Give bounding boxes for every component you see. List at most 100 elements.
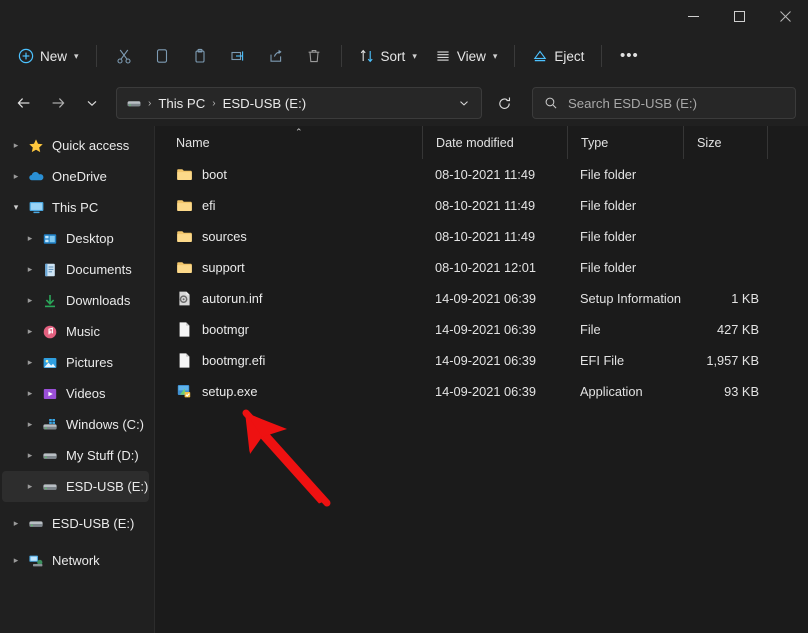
file-date-cell: 08-10-2021 12:01 <box>422 260 567 275</box>
table-row[interactable]: efi 08-10-2021 11:49 File folder <box>159 190 804 221</box>
column-header-size[interactable]: Size <box>683 126 767 159</box>
file-list-pane: Name ⌃ Date modified Type Size <box>155 126 808 633</box>
sidebar-item-label: Music <box>66 324 100 339</box>
chevron-right-icon[interactable]: ▸ <box>20 388 40 399</box>
sidebar-item-my-stuff-d[interactable]: ▸ My Stuff (D:) <box>2 440 149 471</box>
view-button[interactable]: View ▾ <box>427 40 506 72</box>
file-name-label: sources <box>202 229 247 244</box>
sidebar-item-documents[interactable]: ▸ Documents <box>2 254 149 285</box>
breadcrumb-item-esd-usb[interactable]: ESD-USB (E:) <box>218 93 312 114</box>
file-rows: boot 08-10-2021 11:49 File folder efi 08… <box>155 159 808 633</box>
breadcrumb-item-this-pc[interactable]: This PC <box>153 93 210 114</box>
share-button[interactable] <box>258 40 294 72</box>
sidebar-item-esd-usb-e-child[interactable]: ▸ ESD-USB (E:) <box>2 471 149 502</box>
column-headers: Name ⌃ Date modified Type Size <box>155 126 808 159</box>
chevron-right-icon[interactable]: ▸ <box>20 357 40 368</box>
application-icon <box>176 383 193 400</box>
recent-locations-button[interactable] <box>76 87 108 119</box>
table-row[interactable]: autorun.inf 14-09-2021 06:39 Setup Infor… <box>159 283 804 314</box>
sidebar-item-videos[interactable]: ▸ Videos <box>2 378 149 409</box>
sidebar-item-label: Desktop <box>66 231 114 246</box>
file-name-cell: support <box>159 259 422 276</box>
cut-button[interactable] <box>106 40 142 72</box>
search-input[interactable]: Search ESD-USB (E:) <box>568 96 697 111</box>
folder-icon <box>176 197 193 214</box>
sidebar-item-onedrive[interactable]: ▸ OneDrive <box>2 161 149 192</box>
chevron-down-icon: ▾ <box>412 51 417 62</box>
sidebar-item-pictures[interactable]: ▸ Pictures <box>2 347 149 378</box>
back-button[interactable] <box>8 87 40 119</box>
file-name-label: autorun.inf <box>202 291 262 306</box>
table-row[interactable]: setup.exe 14-09-2021 06:39 Application 9… <box>159 376 804 407</box>
search-box[interactable]: Search ESD-USB (E:) <box>532 87 796 119</box>
generic-file-icon <box>176 352 193 369</box>
chevron-down-icon[interactable]: ▾ <box>6 202 26 213</box>
chevron-right-icon[interactable]: ▸ <box>6 140 26 151</box>
sidebar-item-network[interactable]: ▸ Network <box>2 545 149 576</box>
maximize-button[interactable] <box>716 0 762 32</box>
forward-button[interactable] <box>42 87 74 119</box>
chevron-right-icon[interactable]: ▸ <box>6 171 26 182</box>
delete-button[interactable] <box>296 40 332 72</box>
file-name-cell: boot <box>159 166 422 183</box>
sort-ascending-icon: ⌃ <box>295 127 303 138</box>
address-dropdown-button[interactable] <box>451 90 477 116</box>
table-row[interactable]: bootmgr 14-09-2021 06:39 File 427 KB <box>159 314 804 345</box>
sidebar-item-quick-access[interactable]: ▸ Quick access <box>2 130 149 161</box>
sidebar-item-this-pc[interactable]: ▾ This PC <box>2 192 149 223</box>
table-row[interactable]: boot 08-10-2021 11:49 File folder <box>159 159 804 190</box>
sidebar-item-label: ESD-USB (E:) <box>52 516 134 531</box>
sidebar-item-downloads[interactable]: ▸ Downloads <box>2 285 149 316</box>
sidebar-item-label: This PC <box>52 200 98 215</box>
view-icon <box>435 48 451 64</box>
table-row[interactable]: bootmgr.efi 14-09-2021 06:39 EFI File 1,… <box>159 345 804 376</box>
chevron-right-icon[interactable]: ▸ <box>20 481 40 492</box>
minimize-button[interactable] <box>670 0 716 32</box>
eject-button[interactable]: Eject <box>524 40 592 72</box>
folder-icon <box>176 166 193 183</box>
sidebar-item-label: OneDrive <box>52 169 107 184</box>
table-row[interactable]: support 08-10-2021 12:01 File folder <box>159 252 804 283</box>
paste-button[interactable] <box>182 40 218 72</box>
new-button[interactable]: New ▾ <box>10 40 87 72</box>
sort-button[interactable]: Sort ▾ <box>351 40 425 72</box>
network-icon <box>26 553 46 569</box>
copy-button[interactable] <box>144 40 180 72</box>
breadcrumb-bar[interactable]: › This PC › ESD-USB (E:) <box>116 87 482 119</box>
file-type-cell: Application <box>567 384 683 399</box>
sidebar-item-desktop[interactable]: ▸ Desktop <box>2 223 149 254</box>
close-button[interactable] <box>762 0 808 32</box>
toolbar-divider-2 <box>341 45 342 67</box>
file-size-cell: 1,957 KB <box>683 353 767 368</box>
file-name-cell: sources <box>159 228 422 245</box>
file-name-label: efi <box>202 198 216 213</box>
documents-icon <box>40 262 60 278</box>
chevron-right-icon[interactable]: ▸ <box>20 450 40 461</box>
share-icon <box>268 48 284 64</box>
sidebar-item-esd-usb-e-root[interactable]: ▸ ESD-USB (E:) <box>2 508 149 539</box>
chevron-right-icon[interactable]: ▸ <box>6 555 26 566</box>
rename-button[interactable] <box>220 40 256 72</box>
rename-icon <box>230 48 246 64</box>
sidebar-item-music[interactable]: ▸ Music <box>2 316 149 347</box>
column-header-date-modified[interactable]: Date modified <box>422 126 567 159</box>
column-header-label: Date modified <box>436 136 514 150</box>
table-row[interactable]: sources 08-10-2021 11:49 File folder <box>159 221 804 252</box>
see-more-button[interactable]: ••• <box>611 40 647 72</box>
column-header-name[interactable]: Name ⌃ <box>155 126 422 159</box>
drive-icon <box>40 448 60 464</box>
chevron-right-icon[interactable]: ▸ <box>20 233 40 244</box>
pictures-icon <box>40 355 60 371</box>
refresh-button[interactable] <box>488 87 520 119</box>
chevron-right-icon[interactable]: ▸ <box>20 326 40 337</box>
sidebar-item-windows-c[interactable]: ▸ Windows (C:) <box>2 409 149 440</box>
chevron-right-icon[interactable]: ▸ <box>20 264 40 275</box>
chevron-right-icon[interactable]: ▸ <box>20 295 40 306</box>
file-size-cell: 1 KB <box>683 291 767 306</box>
file-name-label: support <box>202 260 245 275</box>
file-type-cell: File folder <box>567 229 683 244</box>
chevron-right-icon[interactable]: ▸ <box>6 518 26 529</box>
chevron-right-icon[interactable]: ▸ <box>20 419 40 430</box>
column-header-type[interactable]: Type <box>567 126 683 159</box>
chevron-down-icon: ▾ <box>74 51 79 62</box>
